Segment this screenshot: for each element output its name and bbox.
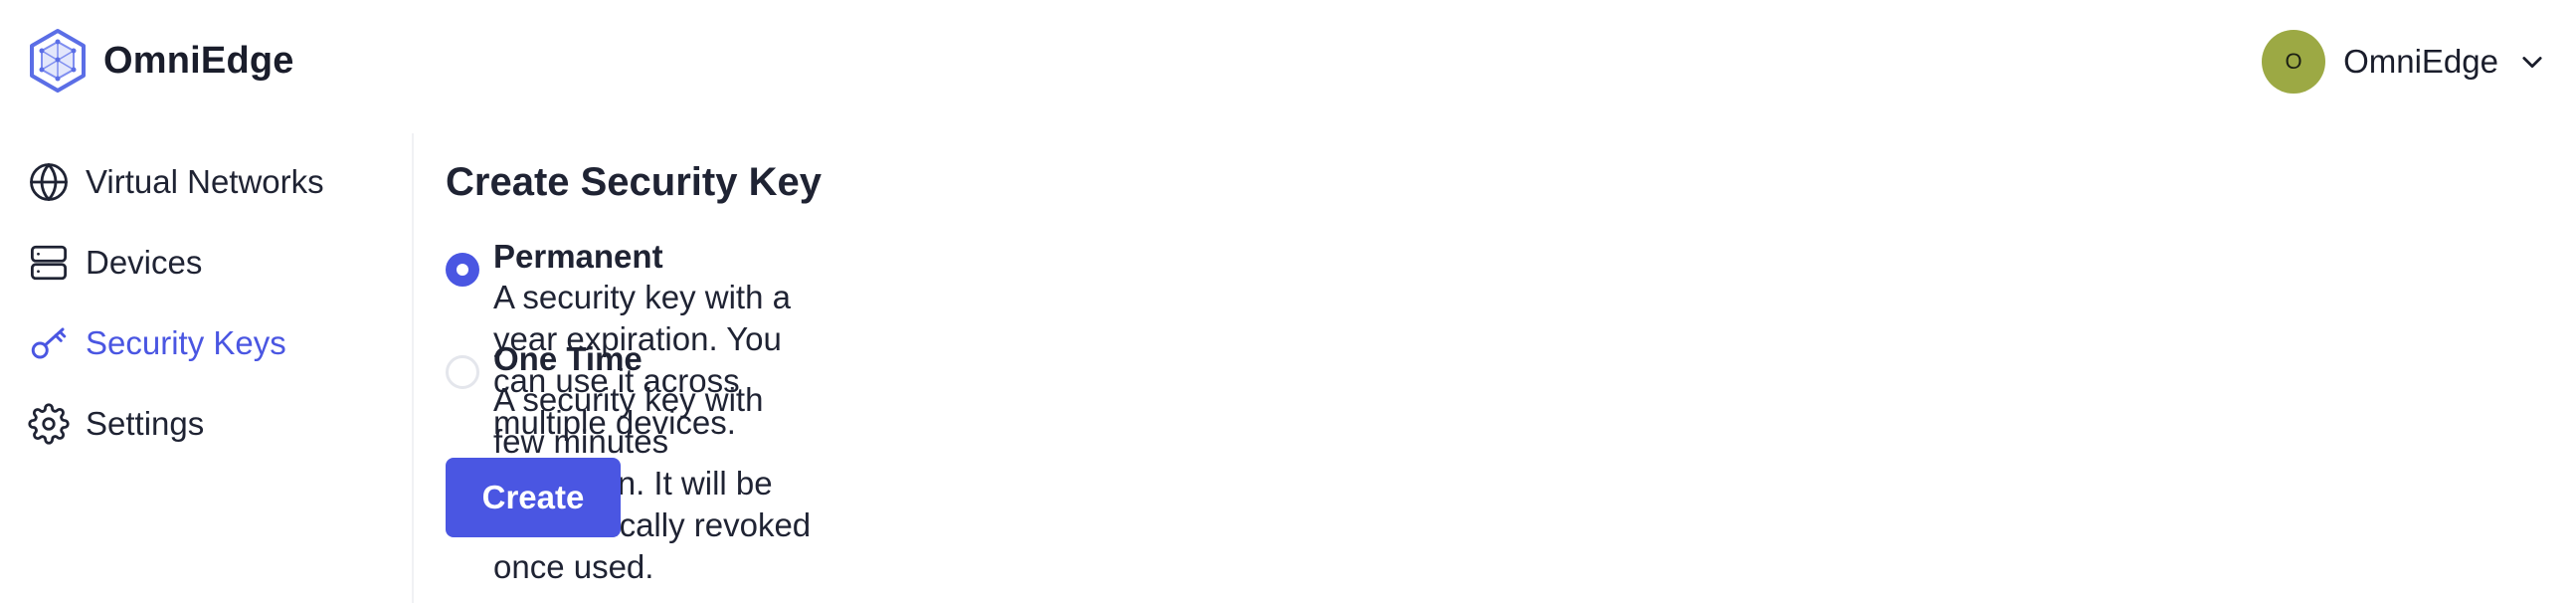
main-content: Create Security Key Permanent A security…: [446, 149, 822, 585]
chevron-down-icon[interactable]: [2518, 48, 2546, 76]
radio-one-time[interactable]: [446, 355, 479, 389]
user-menu[interactable]: O OmniEdge: [2262, 28, 2546, 96]
option-title: Permanent: [493, 238, 663, 275]
globe-icon: [30, 163, 68, 201]
key-icon: [31, 327, 67, 359]
sidebar-item-settings[interactable]: Settings: [28, 400, 204, 448]
radio-permanent[interactable]: [446, 253, 479, 287]
brand[interactable]: OmniEdge: [28, 28, 294, 94]
create-button[interactable]: Create: [446, 458, 621, 537]
server-icon: [30, 245, 68, 281]
radio-dot: [457, 264, 468, 276]
sidebar-item-label: Virtual Networks: [86, 163, 324, 200]
sidebar-item-label: Settings: [86, 405, 205, 442]
sidebar-item-label: Devices: [86, 244, 203, 281]
option-title: One Time: [493, 340, 643, 377]
app-page: OmniEdge O OmniEdge Virtual Networks Dev…: [0, 0, 2576, 603]
sidebar-item-devices[interactable]: Devices: [28, 239, 202, 287]
sidebar-item-label: Security Keys: [86, 324, 286, 361]
sidebar: Virtual Networks Devices Security Keys S…: [0, 133, 414, 603]
avatar-initial: O: [2285, 49, 2302, 74]
user-name: OmniEdge: [2343, 43, 2498, 80]
gear-icon: [28, 403, 70, 445]
avatar[interactable]: O: [2262, 30, 2326, 94]
page-title: Create Security Key: [446, 160, 822, 204]
sidebar-item-security-keys[interactable]: Security Keys: [28, 319, 286, 367]
cube-hexagon-icon: [30, 29, 86, 93]
sidebar-item-virtual-networks[interactable]: Virtual Networks: [28, 158, 324, 206]
brand-name: OmniEdge: [103, 39, 294, 82]
